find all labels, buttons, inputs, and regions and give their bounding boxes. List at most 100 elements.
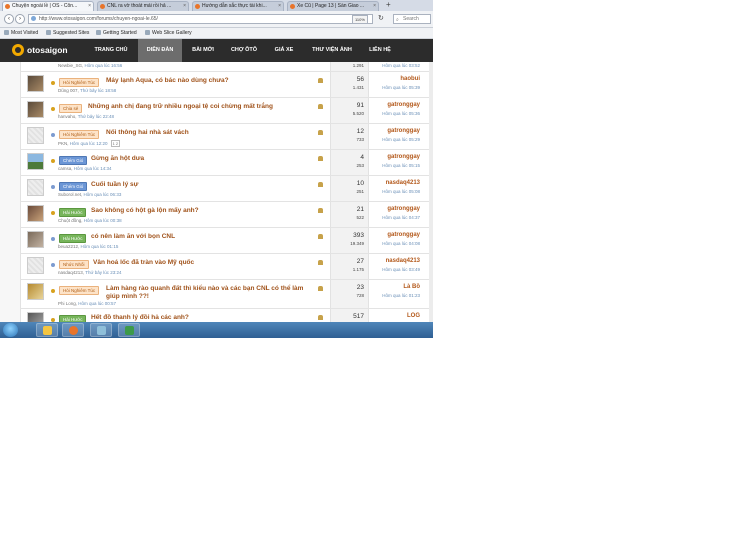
thread-time[interactable]: Hôm qua lúc 12:20 [70,141,108,146]
thread-prefix-badge[interactable]: Hài Hước [59,208,87,217]
avatar[interactable] [27,153,44,170]
thread-time[interactable]: Hôm qua lúc 06:33 [84,192,122,197]
thread-row-partial[interactable]: Newbie_SG, Hôm qua lúc 16:56 1.291 Hôm q… [20,62,433,72]
thread-prefix-badge[interactable]: Chém Gió [59,156,88,165]
browser-tab-4[interactable]: Xe Cũ | Page 13 | Sàn Giao ... × [287,1,379,11]
thread-title-link[interactable]: có nên làm ăn với bọn CNL [91,233,175,241]
thread-title-link[interactable]: Nối thông hai nhà sát vách [106,129,189,137]
avatar[interactable] [27,231,44,248]
back-arrow-icon[interactable]: ‹ [4,14,14,24]
menu-bai-moi[interactable]: BÀI MỚI [184,39,222,62]
thread-author[interactable]: Phi Long [58,301,76,306]
thread-pager[interactable]: 1 2 [110,140,121,147]
avatar[interactable] [27,205,44,222]
avatar[interactable] [27,257,44,274]
thread-time[interactable]: Hôm qua lúc 16:56 [85,63,123,68]
excel-icon[interactable] [118,323,140,337]
address-bar[interactable]: http://www.otosaigon.com/forums/chuyen-n… [28,14,373,24]
last-post-time[interactable]: Hôm qua lúc 05:36 [382,111,420,116]
thread-prefix-badge[interactable]: Hài Hước [59,234,87,243]
thread-author[interactable]: Dũng 007 [58,88,78,93]
last-post-user[interactable]: haobui [400,76,420,82]
thread-row[interactable]: Chém Gió Gừng ăn hột dưa camsa, Hôm qua lú… [20,150,433,176]
bookmark-getting-started[interactable]: Getting Started [96,28,137,38]
thread-row[interactable]: Nhức Nhối Vân hoá lốc đã tràn vào Mỹ quốc… [20,254,433,280]
last-post-user[interactable]: gatronggay [387,102,420,108]
thread-row[interactable]: Hỏi Nghiêm Túc Máy lạnh Aqua, có bác nào … [20,72,433,98]
thread-prefix-badge[interactable]: Nhức Nhối [59,260,89,269]
avatar[interactable] [27,179,44,196]
avatar[interactable] [27,283,44,300]
avatar[interactable] [27,127,44,144]
thread-prefix-badge[interactable]: Hỏi Nghiêm Túc [59,286,100,295]
thread-time[interactable]: Hôm qua lúc 01:15 [81,244,119,249]
thread-author[interactable]: Chuột đồng [58,218,81,223]
thread-row[interactable]: Hỏi Nghiêm Túc Nối thông hai nhà sát vách… [20,124,433,150]
thread-title-link[interactable]: Vân hoá lốc đã tràn vào Mỹ quốc [93,259,194,267]
last-post-time[interactable]: Hôm qua lúc 05:39 [382,85,420,90]
bookmark-suggested-sites[interactable]: Suggested Sites [46,28,89,38]
avatar[interactable] [27,75,44,92]
bell-icon[interactable] [318,234,323,239]
site-logo[interactable]: otosaigon [12,43,80,58]
close-tab-icon[interactable]: × [373,2,376,11]
last-post-time[interactable]: Hôm qua lúc 04:08 [382,241,420,246]
last-post-user[interactable]: nasdaq4213 [386,180,420,186]
bell-icon[interactable] [318,104,323,109]
zoom-indicator[interactable]: 110% [352,15,368,24]
last-post-time[interactable]: Hôm qua lúc 05:29 [382,137,420,142]
bell-icon[interactable] [318,156,323,161]
last-post-time[interactable]: Hôm qua lúc 04:37 [382,215,420,220]
browser-tab-2[interactable]: CNL ra vờ thoát mái rồi hả ... × [97,1,189,11]
last-post-user[interactable]: gatronggay [387,128,420,134]
thread-title-link[interactable]: Sao không có hột gà lộn mấy anh? [91,207,199,215]
thread-title-link[interactable]: Máy lạnh Aqua, có bác nào dùng chưa? [106,77,229,85]
avatar[interactable] [27,101,44,118]
thread-time[interactable]: Thứ bảy lúc 23:24 [85,270,121,275]
bookmark-most-visited[interactable]: Most Visited [4,28,38,38]
last-post-user[interactable]: Là Bồ [403,284,420,290]
bell-icon[interactable] [318,130,323,135]
thread-row[interactable]: Hài Hước Sao không có hột gà lộn mấy anh?… [20,202,433,228]
close-tab-icon[interactable]: × [183,2,186,11]
thread-time[interactable]: Thứ bảy lúc 22:48 [78,114,114,119]
last-post-time[interactable]: Hôm qua lúc 05:08 [382,189,420,194]
thread-title-link[interactable]: Hết đồ thanh lý đồi hả các anh? [91,314,189,322]
thread-title-link[interactable]: Cuối tuần lý sự [91,181,138,189]
bell-icon[interactable] [318,208,323,213]
page-scrollbar[interactable] [429,62,433,322]
bookmark-web-slice-gallery[interactable]: Web Slice Gallery [145,28,192,38]
browser-tab-1[interactable]: Chuyện ngoài lề | OS - Côn... × [2,1,94,11]
bell-icon[interactable] [318,182,323,187]
last-post-time[interactable]: Hôm qua lúc 03:52 [382,63,420,68]
bell-icon[interactable] [318,260,323,265]
last-post-time[interactable]: Hôm qua lúc 03:49 [382,267,420,272]
menu-lien-he[interactable]: LIÊN HỆ [362,39,398,62]
thread-time[interactable]: Hôm qua lúc 14:34 [74,166,112,171]
thread-title-link[interactable]: Gừng ăn hột dưa [91,155,144,163]
last-post-time[interactable]: Hôm qua lúc 01:23 [382,293,420,298]
thread-time[interactable]: Hôm qua lúc 00:57 [78,301,116,306]
thread-prefix-badge[interactable]: Chia sẻ [59,104,83,113]
search-input[interactable]: ⌕ Search [393,14,431,24]
menu-gia-xe[interactable]: GIÁ XE [266,39,302,62]
browser-tab-3[interactable]: Hướng dẫn sắc thực tài khi... × [192,1,284,11]
thread-row[interactable]: Chém Gió Cuối tuần lý sự Suborol.net, Hôm … [20,176,433,202]
new-tab-button[interactable]: + [386,0,391,10]
thread-author[interactable]: camsa [58,166,71,171]
menu-trang-chu[interactable]: TRANG CHỦ [87,39,135,62]
last-post-user[interactable]: nasdaq4213 [386,258,420,264]
thread-author[interactable]: beua2212 [58,244,78,249]
thread-time[interactable]: Thứ bảy lúc 18:58 [80,88,116,93]
thread-row[interactable]: Hỏi Nghiêm Túc Làm hàng rào quanh đất thì… [20,280,433,309]
reload-icon[interactable]: ↻ [378,14,384,22]
menu-cho-oto[interactable]: CHỢ ÔTÔ [224,39,264,62]
forward-arrow-icon[interactable]: › [15,14,25,24]
thread-title-link[interactable]: Những anh chị đang trữ nhiều ngoại tệ co… [88,103,273,111]
bell-icon[interactable] [318,315,323,320]
bell-icon[interactable] [318,286,323,291]
thread-author[interactable]: nasdaq4213 [58,270,83,275]
menu-thu-vien-anh[interactable]: THƯ VIỆN ẢNH [304,39,360,62]
menu-dien-dan[interactable]: DIỄN ĐÀN [138,39,182,62]
last-post-user[interactable]: gatronggay [387,206,420,212]
